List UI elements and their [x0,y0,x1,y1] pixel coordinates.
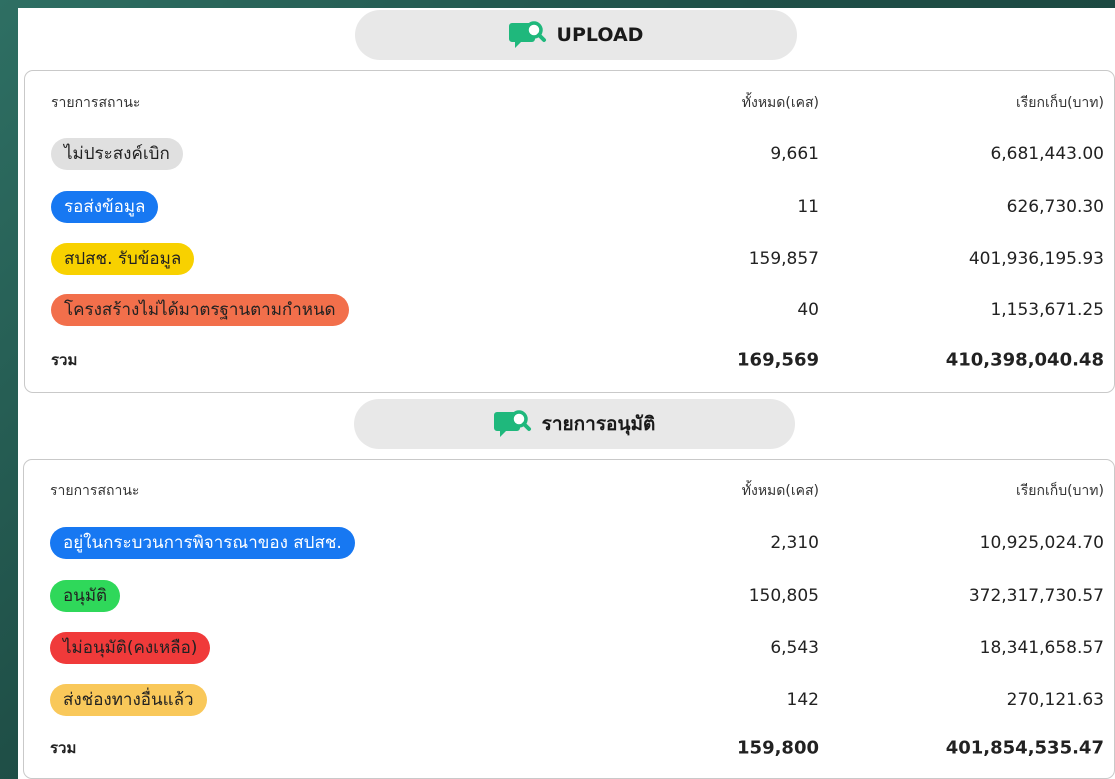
status-badge[interactable]: รอส่งข้อมูล [51,191,159,223]
approval-title-text: รายการอนุมัติ [541,413,656,435]
upload-section-title: UPLOAD [355,10,797,60]
table-row[interactable]: ไม่ประสงค์เบิก 9,661 6,681,443.00 [25,136,1114,172]
billed-amount: 626,730.30 [1006,197,1104,217]
status-badge[interactable]: โครงสร้างไม่ได้มาตรฐานตามกำหนด [51,294,349,326]
total-count: 159,800 [737,737,819,759]
approval-table: รายการสถานะ ทั้งหมด(เคส) เรียกเก็บ(บาท) … [23,459,1115,779]
case-count: 9,661 [770,144,819,164]
table-row[interactable]: อนุมัติ 150,805 372,317,730.57 [24,578,1114,614]
total-label: รวม [50,739,77,757]
count-column-header: ทั้งหมด(เคส) [741,95,819,111]
table-header-row: รายการสถานะ ทั้งหมด(เคส) เรียกเก็บ(บาท) [25,85,1114,121]
count-column-header: ทั้งหมด(เคส) [741,483,819,499]
total-label: รวม [51,351,78,369]
amount-column-header: เรียกเก็บ(บาท) [1015,483,1104,499]
case-count: 2,310 [770,533,819,553]
table-header-row: รายการสถานะ ทั้งหมด(เคส) เรียกเก็บ(บาท) [24,473,1114,509]
report-sheet: UPLOAD รายการสถานะ ทั้งหมด(เคส) เรียกเก็… [18,8,1115,779]
table-row[interactable]: ไม่อนุมัติ(คงเหลือ) 6,543 18,341,658.57 [24,630,1114,666]
table-row[interactable]: อยู่ในกระบวนการพิจารณาของ สปสช. 2,310 10… [24,525,1114,561]
billed-amount: 6,681,443.00 [990,144,1104,164]
total-row: รวม 169,569 410,398,040.48 [25,342,1114,378]
status-column-header: รายการสถานะ [50,483,140,499]
amount-column-header: เรียกเก็บ(บาท) [1015,95,1104,111]
case-count: 150,805 [748,586,819,606]
case-count: 6,543 [770,638,819,658]
total-amount: 401,854,535.47 [945,737,1104,759]
total-count: 169,569 [737,349,819,371]
billed-amount: 401,936,195.93 [968,249,1104,269]
billed-amount: 270,121.63 [1006,690,1104,710]
status-badge[interactable]: อยู่ในกระบวนการพิจารณาของ สปสช. [50,527,355,559]
billed-amount: 10,925,024.70 [979,533,1104,553]
status-badge[interactable]: อนุมัติ [50,580,121,612]
status-badge[interactable]: ไม่ประสงค์เบิก [51,138,183,170]
total-row: รวม 159,800 401,854,535.47 [24,730,1114,766]
billed-amount: 18,341,658.57 [979,638,1104,658]
chat-search-icon [508,21,546,48]
billed-amount: 372,317,730.57 [968,586,1104,606]
case-count: 142 [786,690,819,710]
upload-table: รายการสถานะ ทั้งหมด(เคส) เรียกเก็บ(บาท) … [24,70,1115,393]
approval-section-title: รายการอนุมัติ [354,399,795,449]
table-row[interactable]: ส่งช่องทางอื่นแล้ว 142 270,121.63 [24,682,1114,718]
case-count: 11 [797,197,819,217]
upload-title-text: UPLOAD [556,24,644,46]
table-row[interactable]: รอส่งข้อมูล 11 626,730.30 [25,189,1114,225]
status-badge[interactable]: สปสช. รับข้อมูล [51,243,195,275]
total-amount: 410,398,040.48 [945,349,1104,371]
table-row[interactable]: สปสช. รับข้อมูล 159,857 401,936,195.93 [25,241,1114,277]
case-count: 159,857 [748,249,819,269]
chat-search-icon [493,410,531,437]
billed-amount: 1,153,671.25 [990,300,1104,320]
status-badge[interactable]: ไม่อนุมัติ(คงเหลือ) [50,632,211,664]
case-count: 40 [797,300,819,320]
table-row[interactable]: โครงสร้างไม่ได้มาตรฐานตามกำหนด 40 1,153,… [25,292,1114,328]
status-badge[interactable]: ส่งช่องทางอื่นแล้ว [50,684,207,716]
status-column-header: รายการสถานะ [51,95,141,111]
